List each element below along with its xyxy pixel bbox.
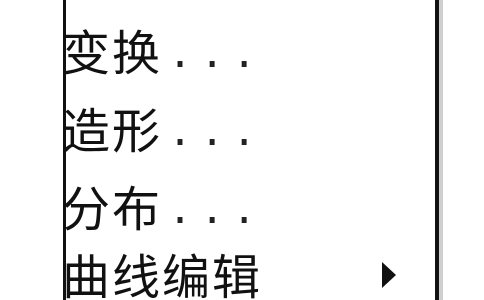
menu-item-ellipsis: ... bbox=[168, 31, 265, 77]
menu-item-distribute[interactable]: 分布 ... bbox=[62, 178, 362, 242]
menu-item-label: 造形 bbox=[62, 104, 163, 160]
menu-item-shape[interactable]: 造形 ... bbox=[62, 100, 362, 164]
menu-shadow bbox=[439, 0, 443, 300]
menu-item-ellipsis: ... bbox=[168, 109, 265, 155]
context-menu-screen: 变换 ... 造形 ... 分布 ... 曲线编辑 bbox=[0, 0, 484, 300]
menu-item-ellipsis: ... bbox=[168, 187, 265, 233]
menu-item-label: 分布 bbox=[62, 182, 163, 238]
triangle-right-icon bbox=[382, 262, 396, 288]
menu-item-label: 变换 bbox=[62, 26, 163, 82]
menu-item-curve-edit[interactable]: 曲线编辑 bbox=[62, 246, 342, 300]
menu-item-transform[interactable]: 变换 ... bbox=[62, 22, 362, 86]
menu-item-label: 曲线编辑 bbox=[62, 250, 263, 300]
